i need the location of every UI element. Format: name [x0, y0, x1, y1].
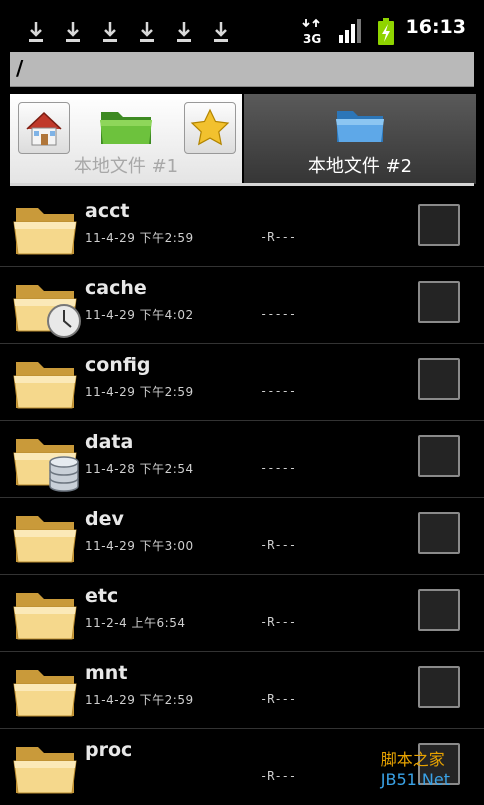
select-checkbox[interactable] [418, 512, 460, 554]
file-permissions: -R--- [260, 615, 297, 629]
file-name: etc [85, 585, 119, 607]
folder-icon [13, 516, 77, 563]
file-name: mnt [85, 662, 128, 684]
signal-icon [339, 19, 361, 43]
select-checkbox[interactable] [418, 435, 460, 477]
file-name: data [85, 431, 134, 453]
folder-icon [13, 670, 77, 717]
file-row[interactable]: data 11-4-28 下午2:54 ----- [0, 421, 484, 498]
clock-icon [47, 304, 81, 338]
file-date: 11-4-29 下午4:02 [85, 308, 194, 322]
select-checkbox[interactable] [418, 204, 460, 246]
tab-local-files-2[interactable]: 本地文件 #2 [244, 94, 476, 184]
file-row[interactable]: cache 11-4-29 下午4:02 ----- [0, 267, 484, 344]
file-permissions: -R--- [260, 538, 297, 552]
file-permissions: ----- [260, 307, 297, 321]
folder-green-icon [100, 112, 152, 144]
clock-time: 16:13 [405, 16, 466, 38]
battery-charging-icon [378, 18, 394, 45]
folder-icon [13, 208, 77, 255]
select-checkbox[interactable] [418, 666, 460, 708]
watermark: 脚本之家 JB51.Net [381, 750, 450, 790]
download-icon [214, 22, 228, 42]
file-permissions: -R--- [260, 230, 297, 244]
download-icon [66, 22, 80, 42]
file-row[interactable]: etc 11-2-4 上午6:54 -R--- [0, 575, 484, 652]
tab-label: 本地文件 #1 [73, 156, 179, 177]
file-permissions: -R--- [260, 769, 297, 783]
network-3g-icon: 3G [302, 18, 321, 46]
folder-icon [13, 747, 77, 794]
watermark-url: JB51.Net [380, 770, 450, 789]
file-row[interactable]: acct 11-4-29 下午2:59 -R--- [0, 190, 484, 267]
favorites-button[interactable] [184, 102, 236, 154]
home-icon [26, 111, 62, 146]
tab-local-files-1[interactable]: 本地文件 #1 [10, 94, 242, 184]
star-icon [190, 108, 230, 146]
file-name: config [85, 354, 151, 376]
file-permissions: ----- [260, 384, 297, 398]
file-date: 11-4-29 下午2:59 [85, 693, 194, 707]
svg-text:3G: 3G [303, 32, 321, 46]
tab-divider [10, 183, 474, 186]
download-icon [29, 22, 43, 42]
file-name: dev [85, 508, 124, 530]
file-date: 11-4-28 下午2:54 [85, 462, 194, 476]
select-checkbox[interactable] [418, 358, 460, 400]
file-name: proc [85, 739, 133, 761]
select-checkbox[interactable] [418, 281, 460, 323]
file-date: 11-4-29 下午2:59 [85, 231, 194, 245]
tab-bar: 本地文件 #1 本地文件 #2 [10, 94, 476, 186]
file-date: 11-4-29 下午2:59 [85, 385, 194, 399]
download-icon [103, 22, 117, 42]
file-permissions: ----- [260, 461, 297, 475]
file-date: 11-2-4 上午6:54 [85, 616, 186, 630]
file-name: cache [85, 277, 147, 299]
folder-icon [13, 362, 77, 409]
download-icon [140, 22, 154, 42]
file-name: acct [85, 200, 130, 222]
file-date: 11-4-29 下午3:00 [85, 539, 194, 553]
tab-label: 本地文件 #2 [307, 156, 413, 177]
database-icon [49, 456, 79, 492]
current-path: / [16, 56, 24, 80]
home-button[interactable] [18, 102, 70, 154]
file-permissions: -R--- [260, 692, 297, 706]
file-row[interactable]: config 11-4-29 下午2:59 ----- [0, 344, 484, 421]
file-row[interactable]: dev 11-4-29 下午3:00 -R--- [0, 498, 484, 575]
path-bar[interactable]: / [10, 52, 474, 87]
status-bar: 3G 16:13 [0, 0, 484, 52]
file-row[interactable]: mnt 11-4-29 下午2:59 -R--- [0, 652, 484, 729]
watermark-text: 脚本之家 [380, 750, 445, 769]
download-icon [177, 22, 191, 42]
folder-blue-icon [336, 111, 384, 142]
folder-icon [13, 593, 77, 640]
select-checkbox[interactable] [418, 589, 460, 631]
